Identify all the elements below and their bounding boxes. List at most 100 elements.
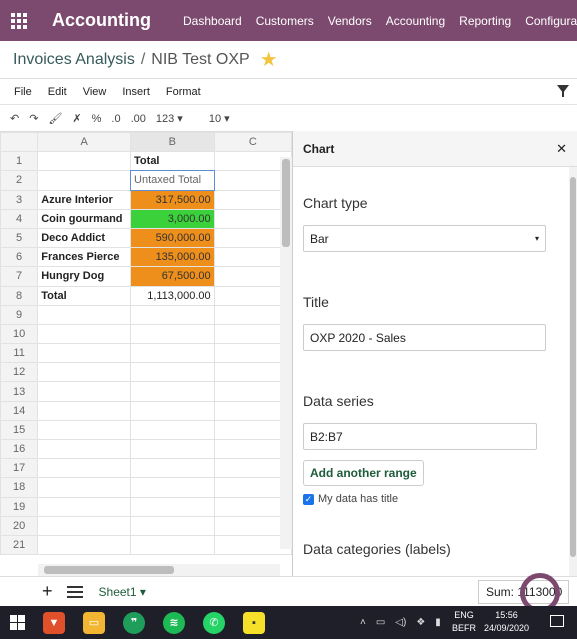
row-header[interactable]: 16 [0, 438, 39, 460]
row-header[interactable]: 5 [0, 227, 39, 249]
cell-a[interactable]: Frances Pierce [37, 247, 132, 268]
cell-a[interactable] [37, 419, 132, 441]
clear-format-icon[interactable]: ✗ [72, 112, 81, 125]
row-header[interactable]: 9 [0, 304, 39, 325]
cell-b[interactable]: 67,500.00 [130, 266, 215, 287]
cell-a[interactable] [37, 515, 132, 536]
cell-a[interactable] [37, 304, 132, 325]
cell-a[interactable] [37, 438, 132, 460]
breadcrumb-parent[interactable]: Invoices Analysis [13, 51, 135, 69]
cell-a[interactable] [37, 362, 132, 383]
cell-a[interactable] [37, 343, 132, 364]
corner-cell[interactable] [0, 132, 39, 153]
sticky-notes-icon[interactable]: ▪ [243, 611, 265, 634]
sheet-list-icon[interactable] [66, 585, 83, 598]
redo-icon[interactable]: ↷ [29, 112, 38, 125]
menu-view[interactable]: View [83, 86, 107, 98]
grid-vertical-scrollbar[interactable] [280, 157, 292, 549]
cell-b[interactable] [130, 362, 215, 383]
nav-customers[interactable]: Customers [256, 14, 314, 28]
column-header-b[interactable]: B [130, 132, 215, 153]
chart-type-select[interactable]: Bar ▾ [303, 225, 546, 252]
percent-button[interactable]: % [92, 113, 102, 125]
column-header-a[interactable]: A [37, 132, 132, 153]
data-series-input[interactable]: B2:B7 [303, 423, 537, 450]
nav-vendors[interactable]: Vendors [328, 14, 372, 28]
windows-start-icon[interactable] [10, 615, 25, 630]
cell-b[interactable] [130, 496, 215, 517]
cell-a[interactable]: Total [37, 285, 132, 306]
tray-chevron-icon[interactable]: ˄ [360, 617, 366, 628]
row-header[interactable]: 6 [0, 247, 39, 268]
app-title[interactable]: Accounting [52, 10, 151, 31]
row-header[interactable]: 8 [0, 285, 39, 306]
battery-icon[interactable]: ▮ [435, 617, 441, 628]
menu-insert[interactable]: Insert [122, 86, 150, 98]
row-header[interactable]: 14 [0, 400, 39, 421]
number-format-dropdown[interactable]: 123 ▾ [156, 112, 183, 125]
cell-b[interactable] [130, 323, 215, 345]
cell-a[interactable] [37, 323, 132, 345]
cell-b[interactable]: 590,000.00 [130, 227, 215, 249]
chart-title-input[interactable]: OXP 2020 - Sales [303, 324, 546, 351]
row-header[interactable]: 20 [0, 515, 39, 536]
taskbar-clock[interactable]: 15:56 24/09/2020 [484, 609, 529, 635]
column-header-c[interactable]: C [213, 132, 292, 153]
cell-b[interactable]: Untaxed Total [129, 169, 216, 192]
grid-horizontal-scrollbar[interactable] [38, 564, 280, 576]
volume-icon[interactable]: ◁) [395, 617, 406, 628]
file-explorer-icon[interactable]: ▭ [83, 611, 105, 634]
row-header[interactable]: 3 [0, 189, 39, 210]
increase-decimal-button[interactable]: .00 [131, 113, 146, 125]
cell-a[interactable] [37, 170, 132, 191]
row-header[interactable]: 11 [0, 343, 39, 364]
cell-a[interactable] [37, 458, 132, 479]
row-header[interactable]: 15 [0, 419, 39, 441]
menu-file[interactable]: File [14, 86, 32, 98]
nav-accounting[interactable]: Accounting [386, 14, 445, 28]
cell-b[interactable] [130, 400, 215, 421]
row-header[interactable]: 18 [0, 477, 39, 498]
row-header[interactable]: 1 [0, 151, 39, 172]
font-size-dropdown[interactable]: 10 ▾ [209, 112, 230, 125]
cell-a[interactable]: Hungry Dog [37, 266, 132, 287]
row-header[interactable]: 19 [0, 496, 39, 517]
spreadsheet-grid[interactable]: A B C 1 Total 2 Untaxed Total 3 Azure Interio… [0, 132, 292, 576]
cell-b[interactable] [130, 438, 215, 460]
row-header[interactable]: 13 [0, 381, 39, 402]
notifications-icon[interactable] [550, 615, 564, 627]
cell-b[interactable]: Total [130, 151, 215, 172]
row-header[interactable]: 4 [0, 208, 39, 229]
nav-dashboard[interactable]: Dashboard [183, 14, 242, 28]
language-indicator[interactable]: ENG BEFR [452, 609, 476, 635]
cell-b[interactable] [130, 477, 215, 498]
menu-format[interactable]: Format [166, 86, 201, 98]
undo-icon[interactable]: ↶ [10, 112, 19, 125]
row-header[interactable]: 21 [0, 534, 39, 556]
cell-a[interactable] [37, 477, 132, 498]
nav-configuration[interactable]: Configurati [525, 14, 577, 28]
add-sheet-button[interactable]: + [42, 581, 53, 602]
row-header[interactable]: 2 [0, 170, 39, 191]
cell-b[interactable] [130, 304, 215, 325]
dropbox-icon[interactable]: ❖ [416, 617, 425, 628]
nav-reporting[interactable]: Reporting [459, 14, 511, 28]
has-title-checkbox[interactable]: ✓ [303, 493, 314, 505]
cell-b[interactable] [130, 515, 215, 536]
brave-browser-icon[interactable]: ▼ [43, 611, 65, 634]
network-icon[interactable]: ▭ [376, 617, 385, 628]
row-header[interactable]: 7 [0, 266, 39, 287]
cell-b[interactable] [130, 458, 215, 479]
cell-b[interactable]: 3,000.00 [130, 208, 215, 229]
apps-grid-icon[interactable] [11, 12, 27, 29]
hangouts-icon[interactable]: ❞ [123, 611, 145, 634]
cell-a[interactable]: Deco Addict [37, 227, 132, 249]
panel-scrollbar[interactable] [569, 167, 577, 576]
favorite-star-icon[interactable]: ★ [260, 47, 278, 72]
filter-icon[interactable] [557, 85, 569, 97]
row-header[interactable]: 12 [0, 362, 39, 383]
add-range-button[interactable]: Add another range [303, 460, 424, 486]
cell-b[interactable] [130, 343, 215, 364]
whatsapp-icon[interactable]: ✆ [203, 611, 225, 634]
cell-b[interactable] [130, 381, 215, 402]
